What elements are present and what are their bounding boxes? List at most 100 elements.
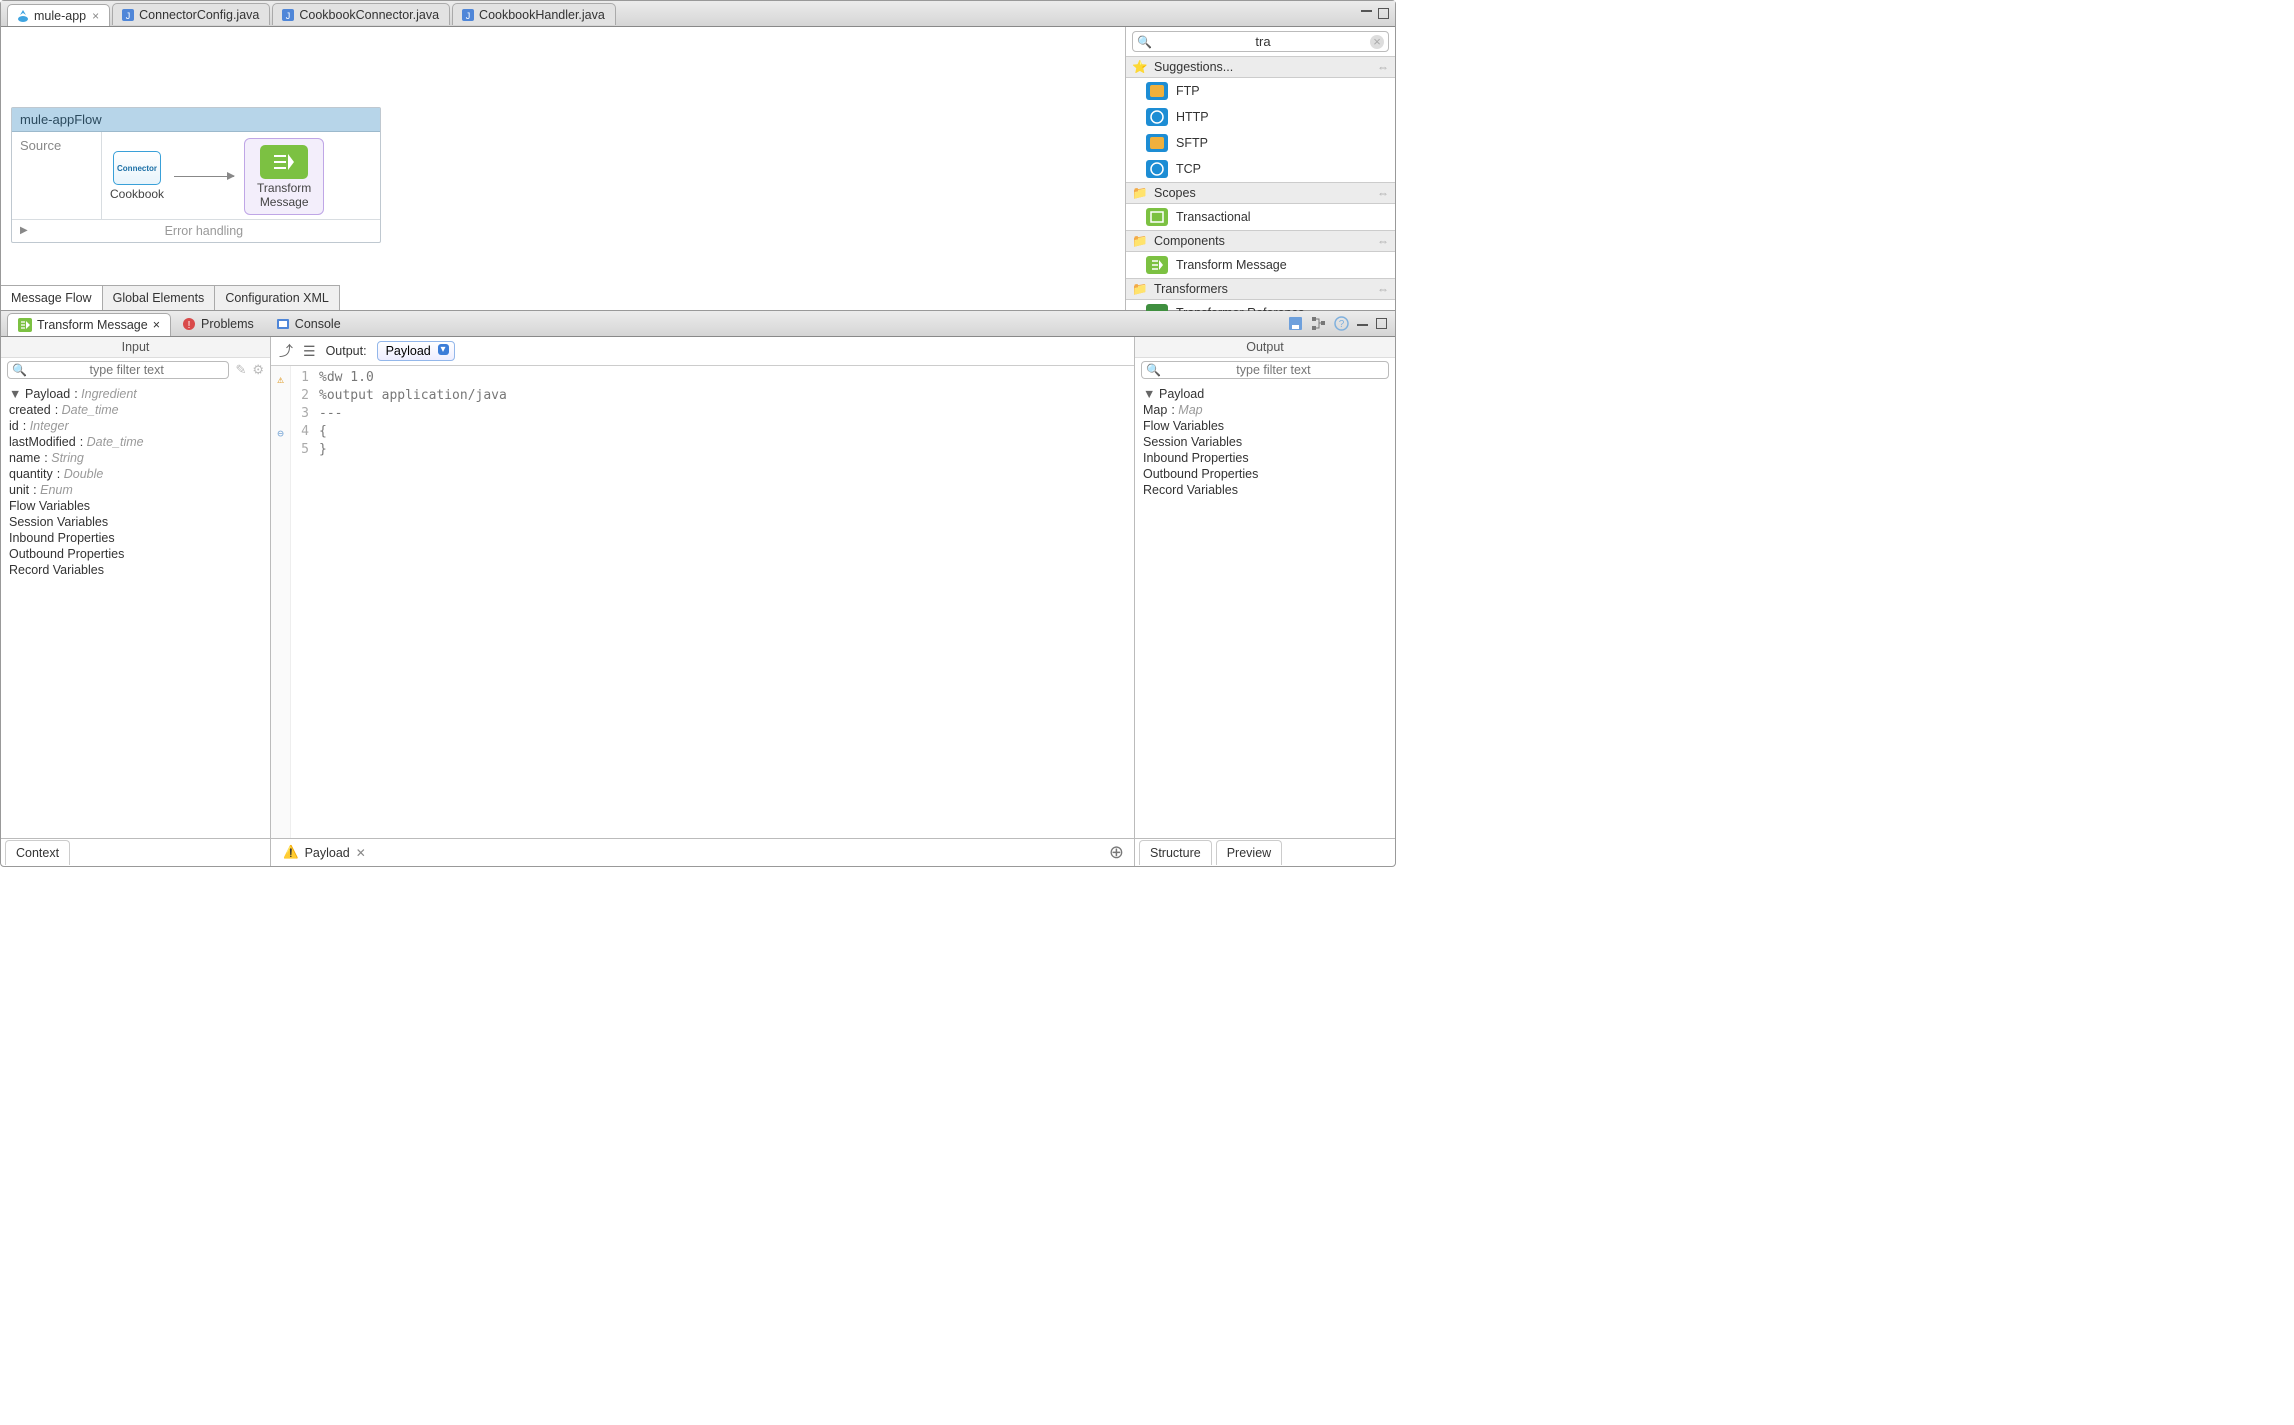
problems-icon: ! <box>182 317 196 331</box>
palette-group-suggestions[interactable]: ⭐ Suggestions... ⇔ <box>1126 56 1395 78</box>
pin-icon[interactable]: ⇔ <box>1377 282 1389 296</box>
twisty-icon[interactable]: ▼ <box>1143 387 1155 401</box>
close-icon[interactable]: × <box>92 9 99 23</box>
console-icon <box>276 317 290 331</box>
scope-icon <box>1146 208 1168 226</box>
palette-item-transform-message[interactable]: Transform Message <box>1126 252 1395 278</box>
node-cookbook[interactable]: Connector Cookbook <box>110 151 164 201</box>
maximize-icon[interactable] <box>1378 8 1389 19</box>
palette-group-components[interactable]: 📁 Components ⇔ <box>1126 230 1395 252</box>
tab-connector-config[interactable]: J ConnectorConfig.java <box>112 3 270 25</box>
node-transform-message[interactable]: TransformMessage <box>244 138 324 215</box>
input-filter-input[interactable] <box>29 363 224 377</box>
error-handling-section[interactable]: ▶ Error handling <box>12 219 380 242</box>
output-filter-input[interactable] <box>1163 363 1384 377</box>
code-editor[interactable]: ⚠⊖ 12345 %dw 1.0%output application/java… <box>271 366 1134 838</box>
flow-container[interactable]: mule-appFlow Source Connector Cookbook <box>11 107 381 243</box>
payload-tab[interactable]: ⚠️ Payload ✕ <box>275 840 374 865</box>
tab-configuration-xml[interactable]: Configuration XML <box>215 286 340 310</box>
save-icon[interactable] <box>1288 316 1303 331</box>
tree-row[interactable]: created : Date_time <box>9 402 262 418</box>
expand-icon[interactable]: ▶ <box>20 225 28 236</box>
svg-text:?: ? <box>1339 319 1345 330</box>
palette-group-transformers[interactable]: 📁 Transformers ⇔ <box>1126 278 1395 300</box>
tab-preview[interactable]: Preview <box>1216 840 1282 865</box>
view-tab-console[interactable]: Console <box>265 312 352 335</box>
svg-text:J: J <box>466 11 471 21</box>
tree-row[interactable]: Session Variables <box>9 514 262 530</box>
minimize-icon[interactable] <box>1357 322 1368 326</box>
palette-search-input[interactable] <box>1156 34 1370 49</box>
add-tab-icon[interactable]: ⊕ <box>1109 842 1124 863</box>
transform-icon <box>260 145 308 179</box>
tree-type: : Double <box>57 467 104 481</box>
pin-icon[interactable]: ⇔ <box>1377 60 1389 74</box>
output-filter[interactable]: 🔍 <box>1141 361 1389 379</box>
edit-icon[interactable]: ✎ <box>235 362 246 378</box>
tab-mule-app[interactable]: mule-app × <box>7 4 110 26</box>
tab-message-flow[interactable]: Message Flow <box>1 286 103 310</box>
output-tree[interactable]: ▼ PayloadMap : MapFlow VariablesSession V… <box>1135 382 1395 838</box>
pin-icon[interactable]: ⇔ <box>1377 234 1389 248</box>
output-select[interactable]: Payload <box>377 341 455 361</box>
palette-item-ftp[interactable]: FTP <box>1126 78 1395 104</box>
palette-item-transactional[interactable]: Transactional <box>1126 204 1395 230</box>
tab-context[interactable]: Context <box>5 840 70 865</box>
tree-row[interactable]: ▼Payload : Ingredient <box>9 386 262 402</box>
tree-row[interactable]: Flow Variables <box>9 498 262 514</box>
tree-row[interactable]: Record Variables <box>1143 482 1387 498</box>
palette-item-http[interactable]: HTTP <box>1126 104 1395 130</box>
tab-structure[interactable]: Structure <box>1139 840 1212 865</box>
flow-canvas[interactable]: mule-appFlow Source Connector Cookbook <box>1 27 1125 310</box>
list-icon[interactable]: ☰ <box>303 343 316 360</box>
view-tab-bar: Transform Message × ! Problems Console ? <box>1 311 1395 337</box>
tree-row[interactable]: Outbound Properties <box>9 546 262 562</box>
view-tab-transform-message[interactable]: Transform Message × <box>7 313 171 336</box>
tree-row[interactable]: Inbound Properties <box>9 530 262 546</box>
tree-row[interactable]: lastModified : Date_time <box>9 434 262 450</box>
maximize-icon[interactable] <box>1376 318 1387 329</box>
pin-icon[interactable]: ⇔ <box>1377 186 1389 200</box>
view-tab-problems[interactable]: ! Problems <box>171 312 265 335</box>
tree-row[interactable]: Outbound Properties <box>1143 466 1387 482</box>
tree-row[interactable]: Map : Map <box>1143 402 1387 418</box>
palette-item-sftp[interactable]: SFTP <box>1126 130 1395 156</box>
tree-row[interactable]: quantity : Double <box>9 466 262 482</box>
palette-group-scopes[interactable]: 📁 Scopes ⇔ <box>1126 182 1395 204</box>
help-icon[interactable]: ? <box>1334 316 1349 331</box>
tree-label: Payload <box>1159 387 1204 401</box>
palette-search[interactable]: 🔍 × <box>1132 31 1389 52</box>
tree-row[interactable]: ▼ Payload <box>1143 386 1387 402</box>
close-icon[interactable]: ✕ <box>356 846 366 860</box>
tab-cookbook-handler[interactable]: J CookbookHandler.java <box>452 3 616 25</box>
minimize-icon[interactable] <box>1361 8 1372 12</box>
transform-icon <box>1146 256 1168 274</box>
upload-icon[interactable]: ⤴ <box>279 341 293 361</box>
footer: Context ⚠️ Payload ✕ ⊕ Structure Preview <box>1 838 1395 866</box>
tab-cookbook-connector[interactable]: J CookbookConnector.java <box>272 3 450 25</box>
input-tree[interactable]: ▼Payload : Ingredientcreated : Date_time… <box>1 382 270 838</box>
twisty-icon[interactable]: ▼ <box>9 387 21 401</box>
palette-item-tcp[interactable]: TCP <box>1126 156 1395 182</box>
tree-type: : Date_time <box>55 403 119 417</box>
clear-search-icon[interactable]: × <box>1370 35 1384 49</box>
tree-row[interactable]: unit : Enum <box>9 482 262 498</box>
flow-source-lane[interactable]: Source <box>12 132 102 219</box>
tree-label: unit <box>9 483 29 497</box>
input-title: Input <box>1 337 270 358</box>
tab-global-elements[interactable]: Global Elements <box>103 286 216 310</box>
tree-row[interactable]: Inbound Properties <box>1143 450 1387 466</box>
input-filter[interactable]: 🔍 <box>7 361 229 379</box>
gear-icon[interactable]: ⚙ <box>252 362 264 378</box>
tree-row[interactable]: Flow Variables <box>1143 418 1387 434</box>
tree-icon[interactable] <box>1311 316 1326 331</box>
java-file-icon: J <box>281 8 295 22</box>
close-icon[interactable]: × <box>153 318 160 332</box>
mule-icon <box>16 9 30 23</box>
group-title: Suggestions... <box>1154 60 1233 74</box>
tree-row[interactable]: name : String <box>9 450 262 466</box>
tree-row[interactable]: Session Variables <box>1143 434 1387 450</box>
tree-row[interactable]: id : Integer <box>9 418 262 434</box>
payload-tab-label: Payload <box>305 846 350 860</box>
tree-row[interactable]: Record Variables <box>9 562 262 578</box>
